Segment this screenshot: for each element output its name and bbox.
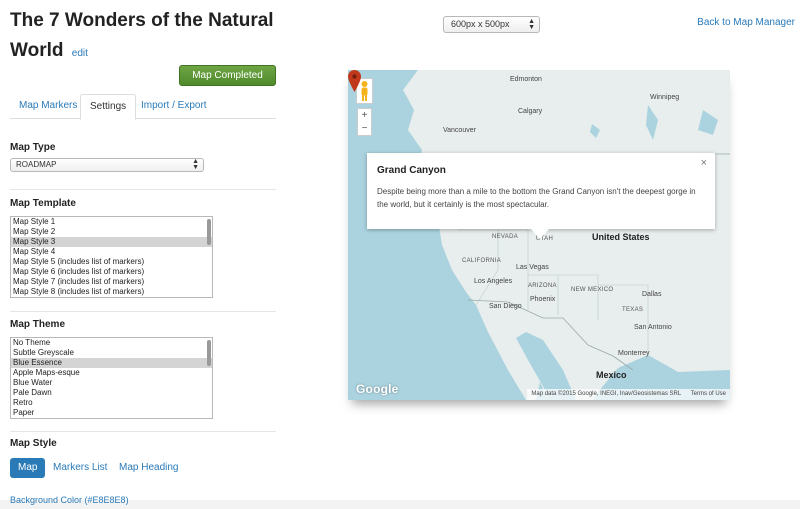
map-label-san-diego: San Diego <box>489 303 522 310</box>
map-label-nevada: NEVADA <box>492 234 519 240</box>
google-logo[interactable]: Google <box>356 382 399 396</box>
map-marker-icon[interactable] <box>348 70 361 92</box>
background-color-link[interactable]: Background Color (#E8E8E8) <box>10 495 129 505</box>
scrollbar-thumb[interactable] <box>207 219 211 245</box>
info-window-tail <box>531 229 549 239</box>
tab-import-export[interactable]: Import / Export <box>132 94 216 119</box>
page-title-text: The 7 Wonders of the Natural World <box>10 10 274 61</box>
list-item[interactable]: Subtle Greyscale <box>11 348 212 358</box>
select-arrows-icon: ▲ ▼ <box>528 18 535 31</box>
scrollbar-thumb[interactable] <box>207 340 211 366</box>
zoom-in-button[interactable]: + <box>358 109 371 122</box>
tab-map[interactable]: Map <box>10 458 46 478</box>
info-window-text: Despite being more than a mile to the bo… <box>377 187 696 209</box>
map-template-listbox[interactable]: Map Style 1 Map Style 2 Map Style 3 Map … <box>10 216 213 298</box>
list-item[interactable]: Map Style 1 <box>11 217 212 227</box>
list-item[interactable]: Retro <box>11 398 212 408</box>
edit-title-link[interactable]: edit <box>72 48 88 59</box>
map-label-edmonton: Edmonton <box>510 76 542 83</box>
map-label-dallas: Dallas <box>642 291 662 298</box>
divider <box>10 311 276 312</box>
map-label-texas: TEXAS <box>622 307 644 313</box>
map-preview[interactable]: Edmonton Calgary Vancouver Winnipeg NEVA… <box>348 70 730 400</box>
divider <box>10 189 276 190</box>
map-template-label: Map Template <box>10 198 76 209</box>
tab-settings[interactable]: Settings <box>80 94 137 120</box>
back-to-map-manager-link[interactable]: Back to Map Manager <box>697 17 795 28</box>
map-attribution: Map data ©2015 Google, INEGI, Inav/Geosi… <box>527 389 730 400</box>
list-item[interactable]: No Theme <box>11 338 212 348</box>
map-label-calgary: Calgary <box>518 108 543 115</box>
page-title: The 7 Wonders of the Natural World edit <box>10 6 280 69</box>
list-item-selected[interactable]: Map Style 3 <box>11 237 212 247</box>
list-item[interactable]: Map Style 6 (includes list of markers) <box>11 267 212 277</box>
tab-markers-list[interactable]: Markers List <box>45 458 115 478</box>
list-item[interactable]: Map Style 2 <box>11 227 212 237</box>
list-item[interactable]: Paper <box>11 408 212 418</box>
map-size-value: 600px x 500px <box>451 19 510 29</box>
list-item-selected[interactable]: Blue Essence <box>11 358 212 368</box>
map-label-las-vegas: Las Vegas <box>516 264 549 271</box>
map-label-california: CALIFORNIA <box>462 258 502 264</box>
map-label-san-antonio: San Antonio <box>634 324 672 331</box>
tab-map-heading[interactable]: Map Heading <box>111 458 186 478</box>
list-item[interactable]: Pale Dawn <box>11 388 212 398</box>
settings-tabs: Map Markers Settings Import / Export <box>10 94 276 120</box>
map-theme-listbox[interactable]: No Theme Subtle Greyscale Blue Essence A… <box>10 337 213 419</box>
close-icon[interactable]: × <box>701 157 707 169</box>
map-label-vancouver: Vancouver <box>443 127 476 134</box>
zoom-control: + − <box>357 108 372 136</box>
map-label-los-angeles: Los Angeles <box>474 278 513 285</box>
map-label-winnipeg: Winnipeg <box>650 94 680 101</box>
map-style-label: Map Style <box>10 438 57 449</box>
attribution-text: Map data ©2015 Google, INEGI, Inav/Geosi… <box>531 391 681 397</box>
map-size-select[interactable]: 600px x 500px ▲ ▼ <box>443 16 540 33</box>
list-item[interactable]: Map Style 5 (includes list of markers) <box>11 257 212 267</box>
map-type-select[interactable]: ROADMAP ▲ ▼ <box>10 158 204 172</box>
info-window-title: Grand Canyon <box>377 165 446 176</box>
map-label-united-states: United States <box>592 232 650 242</box>
zoom-out-button[interactable]: − <box>358 122 371 135</box>
map-label-arizona: ARIZONA <box>528 283 557 289</box>
list-item[interactable]: Map Style 4 <box>11 247 212 257</box>
map-label-new-mexico: NEW MEXICO <box>571 287 614 293</box>
list-item[interactable]: Map Style 8 (includes list of markers) <box>11 287 212 297</box>
tab-map-markers[interactable]: Map Markers <box>10 94 86 119</box>
map-type-label: Map Type <box>10 142 56 153</box>
map-label-mexico: Mexico <box>596 370 627 380</box>
list-item[interactable]: Blue Water <box>11 378 212 388</box>
settings-panel: The 7 Wonders of the Natural World edit … <box>0 0 290 509</box>
terms-of-use-link[interactable]: Terms of Use <box>691 391 726 397</box>
map-completed-button[interactable]: Map Completed <box>179 65 276 86</box>
map-type-value: ROADMAP <box>16 160 57 169</box>
divider <box>10 431 276 432</box>
map-label-phoenix: Phoenix <box>530 296 556 303</box>
select-arrows-icon: ▲ ▼ <box>192 158 199 171</box>
map-theme-label: Map Theme <box>10 319 66 330</box>
land-area <box>403 70 730 400</box>
map-label-monterrey: Monterrey <box>618 350 650 357</box>
info-window: × Grand Canyon Despite being more than a… <box>367 153 715 229</box>
list-item[interactable]: Map Style 7 (includes list of markers) <box>11 277 212 287</box>
list-item[interactable]: Apple Maps-esque <box>11 368 212 378</box>
